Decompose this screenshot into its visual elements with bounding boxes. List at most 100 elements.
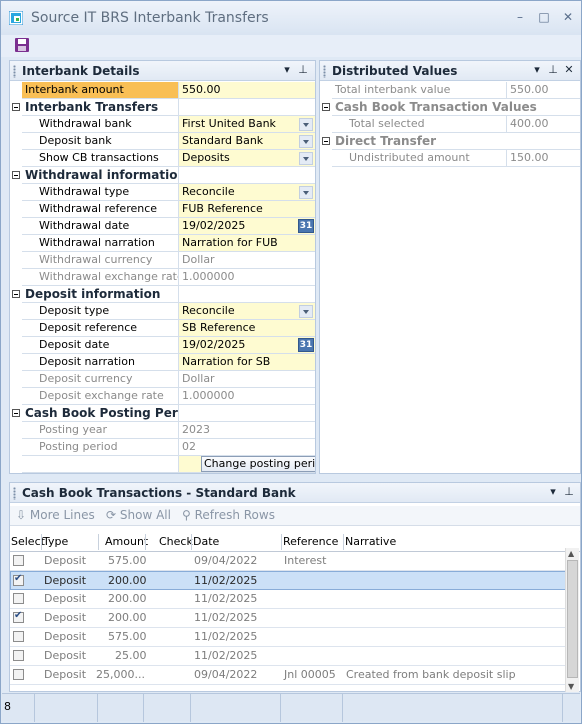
row-select-checkbox[interactable]: [13, 631, 24, 642]
category-direct-transfer[interactable]: Direct Transfer: [320, 133, 580, 150]
maximize-button[interactable]: □: [536, 9, 552, 25]
category-deposit[interactable]: Deposit information: [10, 286, 315, 303]
category-cash-book-values[interactable]: Cash Book Transaction Values: [320, 99, 580, 116]
vertical-scrollbar[interactable]: ▲ ▼: [565, 548, 579, 692]
row-select-checkbox[interactable]: [13, 555, 24, 566]
category-spacer: [179, 99, 315, 116]
panel-header: Interbank Details ▾ ⊥: [10, 61, 315, 81]
withdrawal-reference-input[interactable]: FUB Reference: [179, 201, 315, 218]
category-withdrawal[interactable]: Withdrawal information: [10, 167, 315, 184]
pin-icon[interactable]: ⊥: [296, 63, 310, 76]
deposit-reference-input[interactable]: SB Reference: [179, 320, 315, 337]
scroll-up-icon[interactable]: ▲: [568, 549, 574, 558]
calendar-icon[interactable]: 31: [298, 219, 314, 233]
column-header-check[interactable]: Check: [159, 535, 193, 548]
column-header-date[interactable]: Date: [193, 535, 219, 548]
category-label: Withdrawal information: [22, 167, 179, 184]
chevron-down-icon[interactable]: [299, 186, 313, 199]
table-row[interactable]: Deposit 200.00 11/02/2025: [10, 571, 565, 590]
table-row[interactable]: Deposit 25.00 11/02/2025: [10, 647, 565, 666]
column-header-narrative[interactable]: Narrative: [345, 535, 396, 548]
posting-year-value: 2023: [179, 422, 315, 439]
field-label: Posting period: [22, 439, 179, 456]
chevron-down-icon[interactable]: [299, 135, 313, 148]
chevron-down-icon[interactable]: ▾: [546, 485, 560, 498]
row-posting-year: Posting year 2023: [10, 422, 315, 439]
row-select-checkbox[interactable]: [13, 573, 24, 586]
grip-icon: [323, 65, 326, 78]
category-posting-period[interactable]: Cash Book Posting Period: [10, 405, 315, 422]
table-row[interactable]: Deposit 200.00 11/02/2025: [10, 590, 565, 609]
cell-type: Deposit: [44, 649, 87, 662]
grip-icon: [13, 487, 16, 500]
status-bar: 8: [2, 693, 580, 722]
save-icon[interactable]: [14, 37, 30, 53]
close-icon[interactable]: ✕: [562, 63, 576, 76]
row-withdrawal-date: Withdrawal date 19/02/2025 31: [10, 218, 315, 235]
deposit-currency-value: Dollar: [179, 371, 315, 388]
collapse-icon[interactable]: [11, 286, 22, 303]
withdrawal-bank-select[interactable]: First United Bank: [179, 116, 315, 133]
panel-header: Distributed Values ▾ ⊥ ✕: [320, 61, 580, 81]
chevron-down-icon[interactable]: ▾: [530, 63, 544, 76]
category-label: Deposit information: [22, 286, 179, 303]
collapse-icon[interactable]: [11, 99, 22, 116]
row-select-checkbox[interactable]: [13, 669, 24, 680]
deposit-rate-value: 1.000000: [179, 388, 315, 405]
show-all-button[interactable]: ⟳ Show All: [106, 508, 171, 522]
withdrawal-date-input[interactable]: 19/02/2025 31: [179, 218, 315, 235]
interbank-amount-input[interactable]: 550.00: [179, 82, 315, 99]
select-value: Deposits: [182, 151, 230, 164]
table-row[interactable]: Deposit 200.00 11/02/2025: [10, 609, 565, 628]
row-select-checkbox[interactable]: [13, 610, 24, 623]
category-interbank-transfers[interactable]: Interbank Transfers: [10, 99, 315, 116]
deposit-type-select[interactable]: Reconcile: [179, 303, 315, 320]
status-cell: [144, 694, 191, 722]
field-label: Posting year: [22, 422, 179, 439]
withdrawal-narration-input[interactable]: Narration for FUB: [179, 235, 315, 252]
refresh-rows-button[interactable]: ⚲ Refresh Rows: [182, 508, 275, 522]
select-value: Standard Bank: [182, 134, 264, 147]
row-select-checkbox[interactable]: [13, 593, 24, 604]
change-posting-period-button[interactable]: Change posting period: [201, 456, 315, 472]
collapse-icon[interactable]: [321, 133, 332, 150]
grid-toolbar: ⇩ More Lines ⟳ Show All ⚲ Refresh Rows: [10, 506, 580, 526]
deposit-narration-input[interactable]: Narration for SB: [179, 354, 315, 371]
column-header-amount[interactable]: Amount: [105, 535, 148, 548]
show-cb-select[interactable]: Deposits: [179, 150, 315, 167]
scroll-down-icon[interactable]: ▼: [568, 682, 574, 691]
table-body: Deposit 575.00 09/04/2022 Interest Depos…: [9, 552, 565, 692]
cell-amount: 575.00: [108, 554, 147, 567]
field-label: Withdrawal exchange rate: [22, 269, 179, 286]
chevron-down-icon[interactable]: [299, 305, 313, 318]
withdrawal-type-select[interactable]: Reconcile: [179, 184, 315, 201]
pin-icon[interactable]: ⊥: [562, 485, 576, 498]
column-header-type[interactable]: Type: [43, 535, 68, 548]
calendar-icon[interactable]: 31: [298, 338, 314, 352]
row-withdrawal-type: Withdrawal type Reconcile: [10, 184, 315, 201]
chevron-down-icon[interactable]: ▾: [280, 63, 294, 76]
deposit-date-input[interactable]: 19/02/2025 31: [179, 337, 315, 354]
collapse-icon[interactable]: [321, 99, 332, 116]
collapse-icon[interactable]: [11, 405, 22, 422]
minimize-button[interactable]: –: [512, 9, 528, 25]
close-button[interactable]: ✕: [560, 9, 576, 25]
collapse-icon[interactable]: [11, 167, 22, 184]
more-lines-button[interactable]: ⇩ More Lines: [16, 508, 95, 522]
category-label: Cash Book Posting Period: [22, 405, 179, 422]
column-header-reference[interactable]: Reference: [283, 535, 338, 548]
scrollbar-thumb[interactable]: [567, 560, 578, 678]
cell-amount: 200.00: [108, 611, 147, 624]
app-window: Source IT BRS Interbank Transfers – □ ✕ …: [0, 0, 582, 724]
pin-icon[interactable]: ⊥: [546, 63, 560, 76]
table-row[interactable]: Deposit 575.00 09/04/2022 Interest: [10, 552, 565, 571]
column-header-select[interactable]: Select: [11, 535, 45, 548]
deposit-bank-select[interactable]: Standard Bank: [179, 133, 315, 150]
table-row[interactable]: Deposit 575.00 11/02/2025: [10, 628, 565, 647]
row-select-checkbox[interactable]: [13, 650, 24, 661]
chevron-down-icon[interactable]: [299, 118, 313, 131]
cell-type: Deposit: [44, 554, 87, 567]
chevron-down-icon[interactable]: [299, 152, 313, 165]
table-row[interactable]: Deposit 25,000... 09/04/2022 Jnl 00005 C…: [10, 666, 565, 685]
cell-amount: 25.00: [115, 649, 147, 662]
